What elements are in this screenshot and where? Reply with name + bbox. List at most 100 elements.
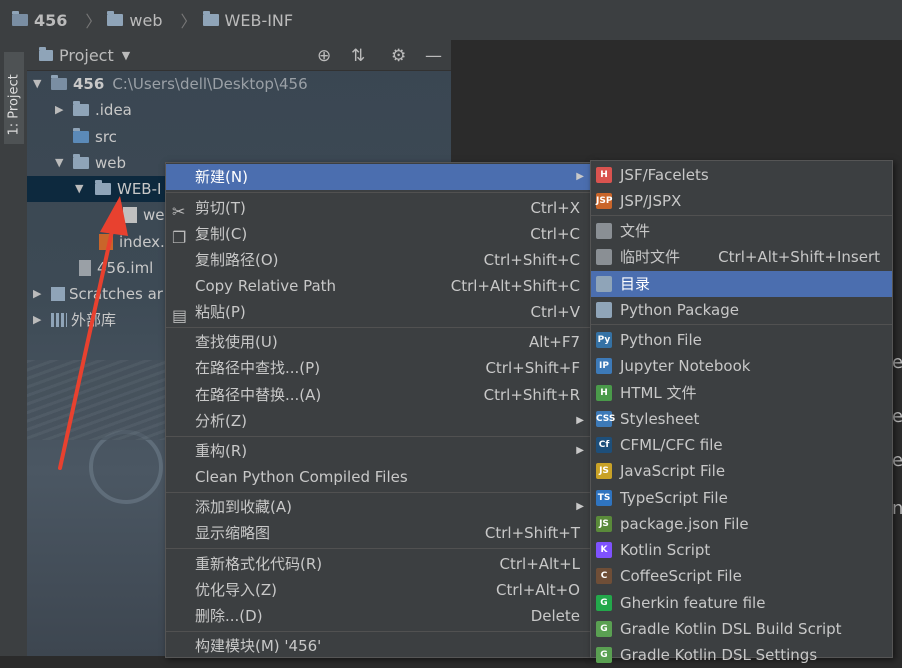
menu-item-find-in-path[interactable]: 在路径中查找...(P) Ctrl+Shift+F [166,355,592,381]
menu-item-build-module[interactable]: 构建模块(M) '456' [166,633,592,659]
menu-shortcut: Ctrl+X [530,199,580,217]
menu-item-copy-relative-path[interactable]: Copy Relative Path Ctrl+Alt+Shift+C [166,273,592,299]
submenu-item[interactable]: H HTML 文件 [591,380,892,406]
breadcrumb-web-inf[interactable]: 〉 WEB-INF [175,8,294,32]
submenu-item[interactable]: Cf CFML/CFC file [591,432,892,458]
menu-item-cut[interactable]: ✂ 剪切(T) Ctrl+X [166,195,592,221]
project-icon [39,46,53,61]
menu-item-label: 在路径中查找...(P) [195,359,321,377]
submenu-arrow-icon: ▶ [576,171,584,182]
submenu-item[interactable]: JS package.json File [591,511,892,537]
menu-item-replace-in-path[interactable]: 在路径中替换...(A) Ctrl+Shift+R [166,382,592,408]
directory-icon [596,276,612,292]
breadcrumb-separator-icon: 〉 [85,12,102,31]
jsp-file-icon [99,234,113,250]
tree-row-external-libraries[interactable]: ▶ 外部库 [27,307,116,333]
menu-item-add-to-favorites[interactable]: 添加到收藏(A) ▶ [166,494,592,520]
submenu-item-label: Jupyter Notebook [620,357,751,375]
submenu-item[interactable]: 文件 [591,218,892,244]
collapsed-arrow-icon: ▶ [33,313,42,326]
submenu-item[interactable]: C CoffeeScript File [591,563,892,589]
menu-item-clean-python[interactable]: Clean Python Compiled Files [166,464,592,490]
submenu-item[interactable]: 临时文件 Ctrl+Alt+Shift+Insert [591,244,892,270]
breadcrumb-item-label: 456 [34,10,68,30]
gradle-kotlin-icon: G [596,621,612,637]
collapsed-arrow-icon: ▶ [55,103,64,116]
menu-item-label: 重构(R) [195,442,248,460]
submenu-shortcut: Ctrl+Alt+Shift+Insert [718,248,880,266]
submenu-item[interactable]: G Gherkin feature file [591,590,892,616]
submenu-item[interactable]: G Gradle Kotlin DSL Settings [591,642,892,668]
menu-item-copy-path[interactable]: 复制路径(O) Ctrl+Shift+C [166,247,592,273]
web-folder-icon [107,11,124,26]
menu-item-label: 分析(Z) [195,412,247,430]
menu-item-reformat-code[interactable]: 重新格式化代码(R) Ctrl+Alt+L [166,551,592,577]
tree-row-scratches[interactable]: ▶ Scratches ar [27,281,163,307]
submenu-item[interactable]: TS TypeScript File [591,485,892,511]
minimize-icon[interactable]: — [425,46,442,66]
menu-shortcut: Delete [530,607,580,625]
submenu-item[interactable]: JSP JSP/JSPX [591,188,892,214]
menu-shortcut: Ctrl+Shift+T [484,524,580,542]
locate-icon[interactable]: ⊕ [317,46,331,66]
tree-row-root[interactable]: ▼ 456 C:\Users\dell\Desktop\456 [27,71,308,97]
tree-row-index[interactable]: index. [27,229,165,255]
submenu-item-label: JSF/Facelets [620,166,709,184]
menu-item-copy[interactable]: ❐ 复制(C) Ctrl+C [166,221,592,247]
background-sign-decoration [89,430,163,504]
menu-item-delete[interactable]: 删除...(D) Delete [166,603,592,629]
submenu-item-label: Python File [620,331,702,349]
menu-item-label: 新建(N) [195,168,248,186]
project-view-selector[interactable]: Project ▼ [39,46,130,65]
collapse-all-icon[interactable]: ⇅ [351,46,365,66]
tree-row-src[interactable]: src [27,124,117,150]
menu-shortcut: Ctrl+Shift+C [483,251,580,269]
submenu-item[interactable]: G Gradle Kotlin DSL Build Script [591,616,892,642]
tree-row-iml[interactable]: 456.iml [27,255,153,281]
gear-icon[interactable]: ⚙ [391,46,406,66]
menu-item-new[interactable]: 新建(N) ▶ [166,164,592,190]
menu-item-analyze[interactable]: 分析(Z) ▶ [166,408,592,434]
menu-item-label: 复制路径(O) [195,251,279,269]
chevron-down-icon: ▼ [121,48,131,62]
paste-icon: ▤ [172,306,188,325]
menu-item-show-thumbnails[interactable]: 显示缩略图 Ctrl+Shift+T [166,520,592,546]
submenu-item[interactable]: Python Package [591,297,892,323]
submenu-item[interactable]: 目录 [591,271,892,297]
menu-item-label: 剪切(T) [195,199,246,217]
submenu-item[interactable]: H JSF/Facelets [591,162,892,188]
breadcrumb-web[interactable]: 〉 web [79,8,162,32]
menu-item-optimize-imports[interactable]: 优化导入(Z) Ctrl+Alt+O [166,577,592,603]
editor-text: e [892,406,902,427]
project-tool-tab[interactable]: 1: Project [4,52,24,144]
python-file-icon: Py [596,332,612,348]
tree-row-web[interactable]: ▼ web [27,150,126,176]
menu-item-refactor[interactable]: 重构(R) ▶ [166,438,592,464]
submenu-item[interactable]: CSS Stylesheet [591,406,892,432]
menu-shortcut: Ctrl+C [530,225,580,243]
submenu-arrow-icon: ▶ [576,445,584,456]
menu-separator [166,631,592,632]
tree-row-idea[interactable]: ▶ .idea [27,97,132,123]
menu-item-label: 查找使用(U) [195,333,278,351]
submenu-item-label: JSP/JSPX [620,192,682,210]
submenu-item[interactable]: IP Jupyter Notebook [591,353,892,379]
editor-text: e [892,450,902,471]
tree-item-path: C:\Users\dell\Desktop\456 [112,75,308,93]
submenu-item-label: CFML/CFC file [620,436,723,454]
tree-row-web-xml[interactable]: we [27,202,165,228]
typescript-file-icon: TS [596,490,612,506]
html-file-icon: H [596,385,612,401]
menu-separator [591,215,892,216]
project-tab-label: 1: Project [6,74,22,136]
menu-item-paste[interactable]: ▤ 粘贴(P) Ctrl+V [166,299,592,325]
python-package-icon [596,302,612,318]
submenu-item[interactable]: K Kotlin Script [591,537,892,563]
menu-item-find-usages[interactable]: 查找使用(U) Alt+F7 [166,329,592,355]
editor-text: e [892,352,902,373]
expanded-arrow-icon: ▼ [33,77,42,90]
breadcrumb-project[interactable]: 456 [12,11,67,30]
tree-item-label: 外部库 [71,311,117,329]
submenu-item[interactable]: Py Python File [591,327,892,353]
submenu-item[interactable]: JS JavaScript File [591,458,892,484]
